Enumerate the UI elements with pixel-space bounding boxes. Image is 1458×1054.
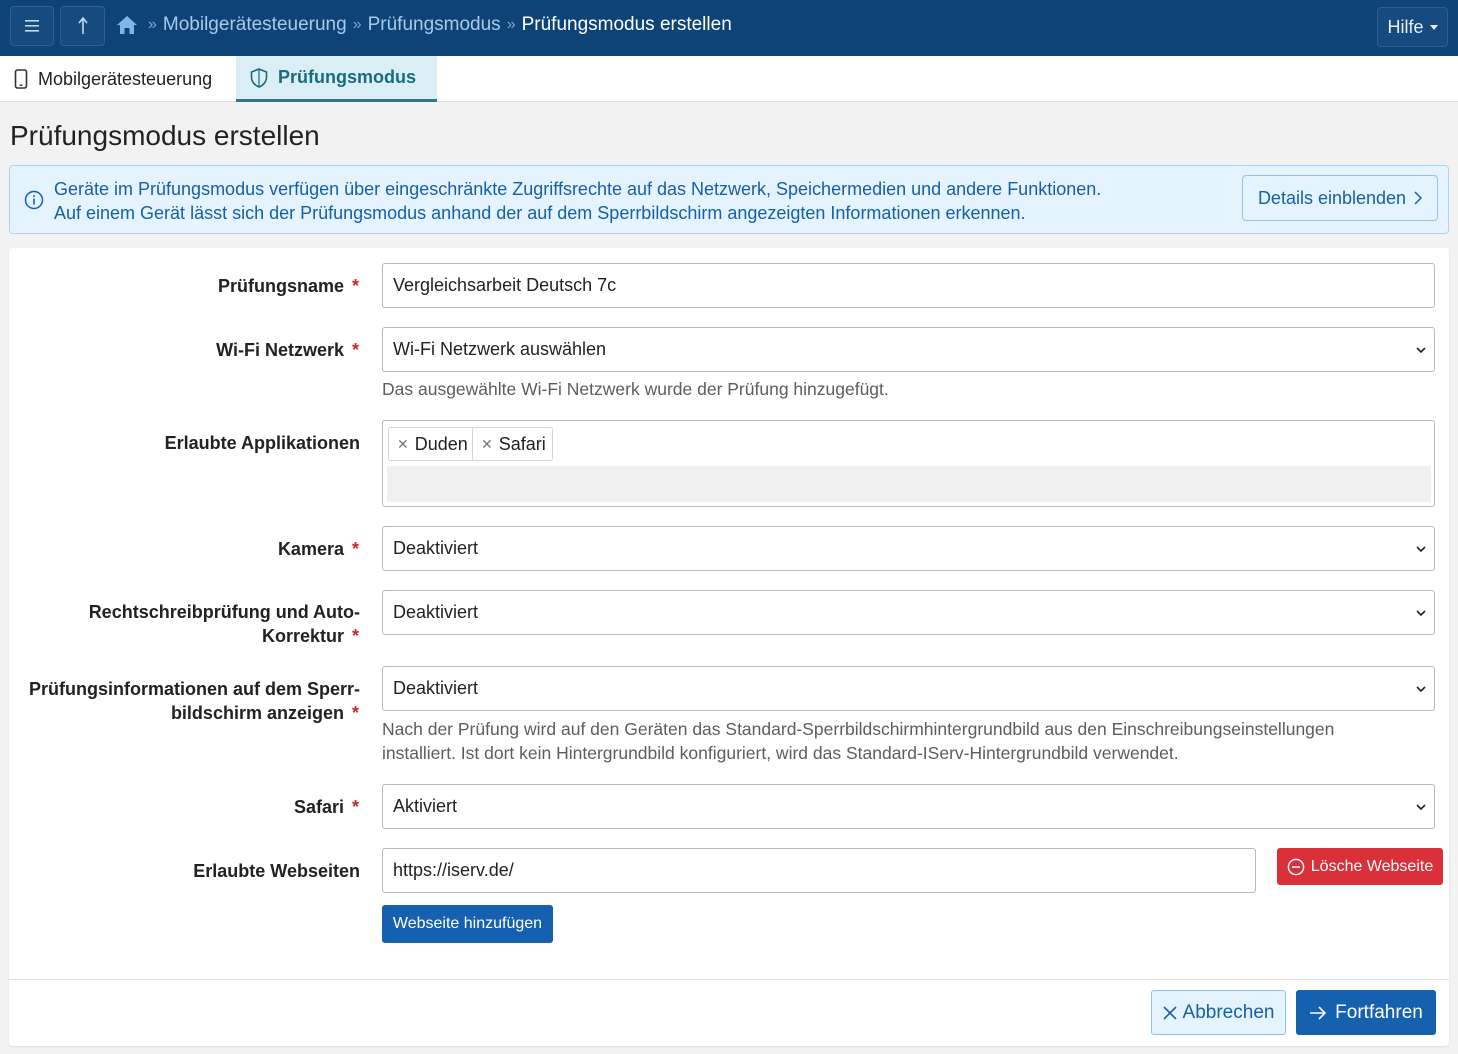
camera-select[interactable]: Deaktiviert (382, 526, 1435, 571)
show-details-button[interactable]: Details einblenden (1242, 175, 1438, 221)
remove-chip-icon[interactable]: ✕ (397, 436, 409, 453)
chevron-right-icon (1414, 191, 1423, 205)
breadcrumb-item-mobile[interactable]: Mobilgerätesteuerung (163, 14, 347, 36)
allowed-websites-label: Erlaubte Webseiten (193, 861, 360, 881)
cancel-label: Abbrechen (1182, 1001, 1275, 1023)
safari-select-value: Aktiviert (393, 796, 458, 816)
chevron-down-icon (1429, 24, 1438, 30)
wifi-select-value: Wi-Fi Netzwerk auswählen (393, 339, 607, 359)
chevron-down-icon (1416, 686, 1426, 693)
required-marker: * (351, 797, 359, 817)
remove-chip-icon[interactable]: ✕ (481, 436, 493, 453)
breadcrumb-separator: » (148, 16, 157, 33)
breadcrumb-item-current: Prüfungsmodus erstellen (521, 14, 732, 35)
allowed-apps-multiselect[interactable]: ✕ Duden ✕ Safari (382, 420, 1435, 507)
breadcrumb-separator: » (506, 16, 516, 33)
app-chip-label: Safari (498, 433, 546, 454)
chevron-down-icon (1416, 804, 1426, 811)
shield-icon (250, 67, 268, 88)
allowed-apps-search-input[interactable] (387, 466, 1431, 502)
exam-name-input[interactable]: Vergleichsarbeit Deutsch 7c (382, 263, 1435, 308)
alert-line-2: Auf einem Gerät lässt sich der Prüfungsm… (54, 203, 1026, 223)
app-chip-label: Duden (414, 433, 468, 454)
minus-circle-icon (1287, 858, 1305, 875)
up-button[interactable] (60, 6, 105, 46)
exam-name-value: Vergleichsarbeit Deutsch 7c (393, 275, 617, 295)
delete-website-button[interactable]: Lösche Webseite (1277, 848, 1443, 885)
help-dropdown-button[interactable]: Hilfe (1377, 7, 1448, 47)
lockscreen-info-select[interactable]: Deaktiviert (382, 666, 1435, 711)
lockscreen-info-label: Prüfungsinformationen auf dem Sperr- bil… (28, 679, 360, 723)
spellcheck-select[interactable]: Deaktiviert (382, 590, 1435, 635)
help-label: Hilfe (1387, 16, 1424, 37)
required-marker: * (351, 626, 359, 646)
tab-label: Mobilgerätesteuerung (38, 68, 213, 89)
breadcrumb: » Mobilgerätesteuerung » Prüfungsmodus »… (116, 14, 732, 36)
continue-label: Fortfahren (1335, 1001, 1423, 1023)
tab-label: Prüfungsmodus (278, 67, 416, 87)
app-chip-safari: ✕ Safari (472, 427, 553, 461)
top-navigation-bar: » Mobilgerätesteuerung » Prüfungsmodus »… (0, 0, 1458, 56)
breadcrumb-item-exam-mode[interactable]: Prüfungsmodus (368, 14, 501, 36)
cancel-button[interactable]: Abbrechen (1151, 990, 1286, 1035)
chevron-down-icon (1416, 546, 1426, 553)
info-icon (24, 190, 44, 210)
breadcrumb-separator: » (352, 16, 362, 33)
home-icon[interactable] (116, 15, 138, 35)
allowed-website-value: https://iserv.de/ (393, 860, 514, 880)
add-website-button[interactable]: Webseite hinzufügen (382, 905, 553, 943)
arrow-up-icon (77, 16, 88, 34)
required-marker: * (351, 340, 359, 360)
lockscreen-help-text: Nach der Prüfung wird auf den Geräten da… (382, 719, 1335, 763)
close-icon (1162, 1005, 1177, 1020)
spellcheck-select-value: Deaktiviert (393, 602, 479, 622)
safari-label: Safari * (293, 797, 359, 817)
info-alert: Geräte im Prüfungsmodus verfügen über ei… (9, 165, 1449, 234)
wifi-select[interactable]: Wi-Fi Netzwerk auswählen (382, 327, 1435, 372)
allowed-apps-label: Erlaubte Applikationen (164, 433, 360, 453)
camera-select-value: Deaktiviert (393, 538, 479, 558)
add-website-label: Webseite hinzufügen (392, 915, 543, 932)
menu-button[interactable] (10, 6, 54, 46)
wifi-help-text: Das ausgewählte Wi-Fi Netzwerk wurde der… (382, 379, 889, 399)
wifi-label: Wi-Fi Netzwerk * (216, 340, 359, 360)
tab-exam-mode[interactable]: Prüfungsmodus (236, 56, 437, 102)
required-marker: * (351, 539, 359, 559)
alert-line-1: Geräte im Prüfungsmodus verfügen über ei… (54, 179, 1102, 199)
continue-button[interactable]: Fortfahren (1296, 990, 1436, 1035)
exam-name-label: Prüfungsname * (217, 276, 359, 296)
form-footer: Abbrechen Fortfahren (9, 979, 1449, 1046)
hamburger-icon (25, 20, 39, 32)
show-details-label: Details einblenden (1257, 187, 1407, 208)
delete-website-label: Lösche Webseite (1310, 857, 1434, 875)
required-marker: * (351, 276, 359, 296)
page-title: Prüfungsmodus erstellen (10, 120, 320, 151)
arrow-right-icon (1310, 1005, 1327, 1020)
safari-select[interactable]: Aktiviert (382, 784, 1435, 829)
module-tabs: Mobilgerätesteuerung Prüfungsmodus (0, 56, 1458, 102)
chevron-down-icon (1416, 347, 1426, 354)
tab-mobile-device-management[interactable]: Mobilgerätesteuerung (0, 56, 235, 102)
app-chip-duden: ✕ Duden (388, 427, 475, 461)
camera-label: Kamera * (277, 539, 359, 559)
chevron-down-icon (1416, 610, 1426, 617)
exam-form-card: Prüfungsname * Vergleichsarbeit Deutsch 7… (9, 248, 1449, 1046)
phone-icon (14, 69, 28, 89)
allowed-website-input[interactable]: https://iserv.de/ (382, 848, 1256, 893)
spellcheck-label: Rechtschreibprüfung und Auto- Korrektur * (88, 602, 360, 646)
required-marker: * (351, 703, 359, 723)
alert-text: Geräte im Prüfungsmodus verfügen über ei… (54, 177, 1101, 225)
lockscreen-info-select-value: Deaktiviert (393, 678, 479, 698)
